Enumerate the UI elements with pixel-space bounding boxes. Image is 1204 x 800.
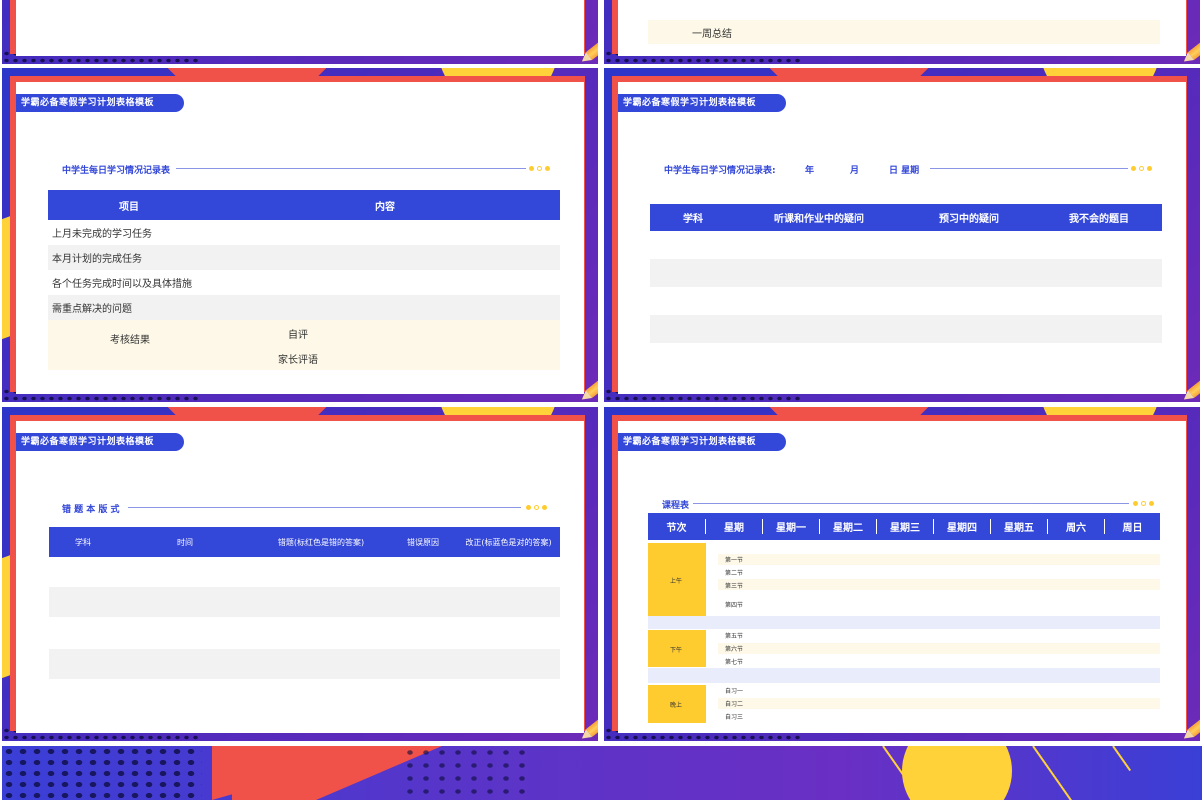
header-subject: 学科 — [75, 537, 91, 547]
section-line — [930, 168, 1128, 169]
slide-card: 学霸必备寒假学习计划表格模板 中学生每日学习情况记录表 项目 内容 上月未完成的… — [16, 82, 584, 394]
header-item: 项目 — [119, 201, 139, 213]
slide-questions-record: 学霸必备寒假学习计划表格模板 中学生每日学习情况记录表: 年 月 日 星期 学科… — [604, 68, 1200, 402]
period-label: 第三节 — [725, 583, 744, 590]
period-label: 第七节 — [725, 659, 744, 666]
header-wed: 星期三 — [877, 519, 934, 534]
header-fri: 星期五 — [991, 519, 1048, 534]
period-label: 第四节 — [725, 602, 744, 609]
summary-row: 一周总结 — [648, 20, 1160, 44]
section-title: 中学生每日学习情况记录表: — [664, 166, 776, 176]
section-line — [176, 168, 526, 169]
header-time: 时间 — [177, 537, 193, 547]
evening-label: 晚上 — [670, 702, 683, 709]
slide-top-right: 一周总结 — [604, 0, 1200, 64]
timetable-row — [718, 643, 1160, 654]
period-label: 第五节 — [725, 633, 744, 640]
day-week-label: 日 星期 — [889, 166, 920, 176]
header-period: 节次 — [648, 519, 706, 534]
row-label: 需重点解决的问题 — [52, 304, 132, 315]
month-label: 月 — [850, 166, 860, 176]
slide-header: 学霸必备寒假学习计划表格模板 — [618, 94, 786, 112]
pencil-icon — [1187, 351, 1200, 398]
header-sat: 周六 — [1048, 519, 1105, 534]
header-content: 内容 — [375, 201, 395, 213]
section-line — [693, 503, 1129, 504]
slide-card: 一周总结 — [618, 0, 1186, 56]
section-line — [128, 507, 521, 508]
table-row: 需重点解决的问题 — [48, 295, 560, 320]
pencil-icon — [585, 13, 598, 60]
table-header: 学科 时间 错题(标红色是错的答案) 错误原因 改正(标蓝色是对的答案) — [49, 527, 560, 557]
period-label: 第二节 — [725, 570, 744, 577]
slide-card: 学霸必备寒假学习计划表格模板 错 题 本 版 式 学科 时间 错题(标红色是错的… — [16, 421, 584, 733]
period-label: 第一节 — [725, 557, 744, 564]
timetable-row — [718, 698, 1160, 709]
period-label: 自习三 — [725, 714, 744, 721]
header-correction: 改正(标蓝色是对的答案) — [465, 537, 552, 547]
header-thu: 星期四 — [934, 519, 991, 534]
dots-decoration — [526, 505, 547, 510]
slide-daily-record: 学霸必备寒假学习计划表格模板 中学生每日学习情况记录表 项目 内容 上月未完成的… — [2, 68, 598, 402]
header-unknown-question: 我不会的题目 — [1069, 214, 1129, 225]
morning-label: 上午 — [670, 578, 683, 585]
header-week: 星期 — [706, 519, 763, 534]
header-mon: 星期一 — [763, 519, 820, 534]
header-class-question: 听课和作业中的疑问 — [774, 214, 864, 225]
slide-card — [16, 0, 584, 56]
dots-decoration — [1133, 501, 1154, 506]
assess-label: 考核结果 — [110, 335, 150, 346]
table-header: 学科 听课和作业中的疑问 预习中的疑问 我不会的题目 — [650, 204, 1162, 231]
pencil-icon — [585, 690, 598, 737]
bottom-banner — [2, 746, 1202, 800]
slide-mistake-notebook: 学霸必备寒假学习计划表格模板 错 题 本 版 式 学科 时间 错题(标红色是错的… — [2, 407, 598, 741]
header-reason: 错误原因 — [407, 537, 439, 547]
table-row — [49, 649, 560, 679]
pencil-icon — [585, 351, 598, 398]
slide-header: 学霸必备寒假学习计划表格模板 — [16, 433, 184, 451]
section-title: 课程表 — [662, 501, 690, 511]
section-title: 中学生每日学习情况记录表 — [62, 166, 171, 176]
header-mistake: 错题(标红色是错的答案) — [277, 537, 365, 547]
row-label: 上月未完成的学习任务 — [52, 229, 152, 240]
break-row — [648, 668, 1160, 683]
table-row — [49, 587, 560, 617]
header-subject: 学科 — [683, 214, 703, 225]
timetable-row — [718, 579, 1160, 590]
slide-card: 学霸必备寒假学习计划表格模板 中学生每日学习情况记录表: 年 月 日 星期 学科… — [618, 82, 1186, 394]
period-label: 第六节 — [725, 646, 744, 653]
period-label: 自习二 — [725, 701, 744, 708]
afternoon-label: 下午 — [670, 647, 683, 654]
parent-eval-label: 家长评语 — [278, 355, 318, 366]
header-sun: 周日 — [1122, 523, 1143, 534]
table-row — [650, 315, 1162, 343]
section-title: 错 题 本 版 式 — [62, 505, 120, 515]
timetable-row — [718, 554, 1160, 565]
slide-header: 学霸必备寒假学习计划表格模板 — [618, 433, 786, 451]
year-label: 年 — [805, 166, 815, 176]
table-row: 本月计划的完成任务 — [48, 245, 560, 270]
row-label: 各个任务完成时间以及具体措施 — [52, 279, 192, 290]
dots-decoration — [1131, 166, 1152, 171]
table-row — [650, 259, 1162, 287]
dots-decoration — [529, 166, 550, 171]
table-header: 项目 内容 — [48, 190, 560, 220]
pencil-icon — [1187, 690, 1200, 737]
timetable-header: 节次 星期 星期一 星期二 星期三 星期四 星期五 周六 周日 — [648, 513, 1160, 540]
table-row: 上月未完成的学习任务 — [48, 220, 560, 245]
slide-card: 学霸必备寒假学习计划表格模板 课程表 节次 星期 星期一 星期二 星期三 星期四… — [618, 421, 1186, 733]
header-preview-question: 预习中的疑问 — [939, 214, 999, 225]
slide-timetable: 学霸必备寒假学习计划表格模板 课程表 节次 星期 星期一 星期二 星期三 星期四… — [604, 407, 1200, 741]
period-label: 自习一 — [725, 688, 744, 695]
table-row: 各个任务完成时间以及具体措施 — [48, 270, 560, 295]
summary-label: 一周总结 — [692, 28, 732, 40]
self-eval-label: 自评 — [288, 330, 308, 341]
row-label: 本月计划的完成任务 — [52, 254, 142, 265]
slide-header: 学霸必备寒假学习计划表格模板 — [16, 94, 184, 112]
break-row — [648, 616, 1160, 629]
assessment-block: 考核结果 自评 家长评语 — [48, 320, 560, 370]
pencil-icon — [1187, 13, 1200, 60]
header-tue: 星期二 — [820, 519, 877, 534]
slide-top-left — [2, 0, 598, 64]
